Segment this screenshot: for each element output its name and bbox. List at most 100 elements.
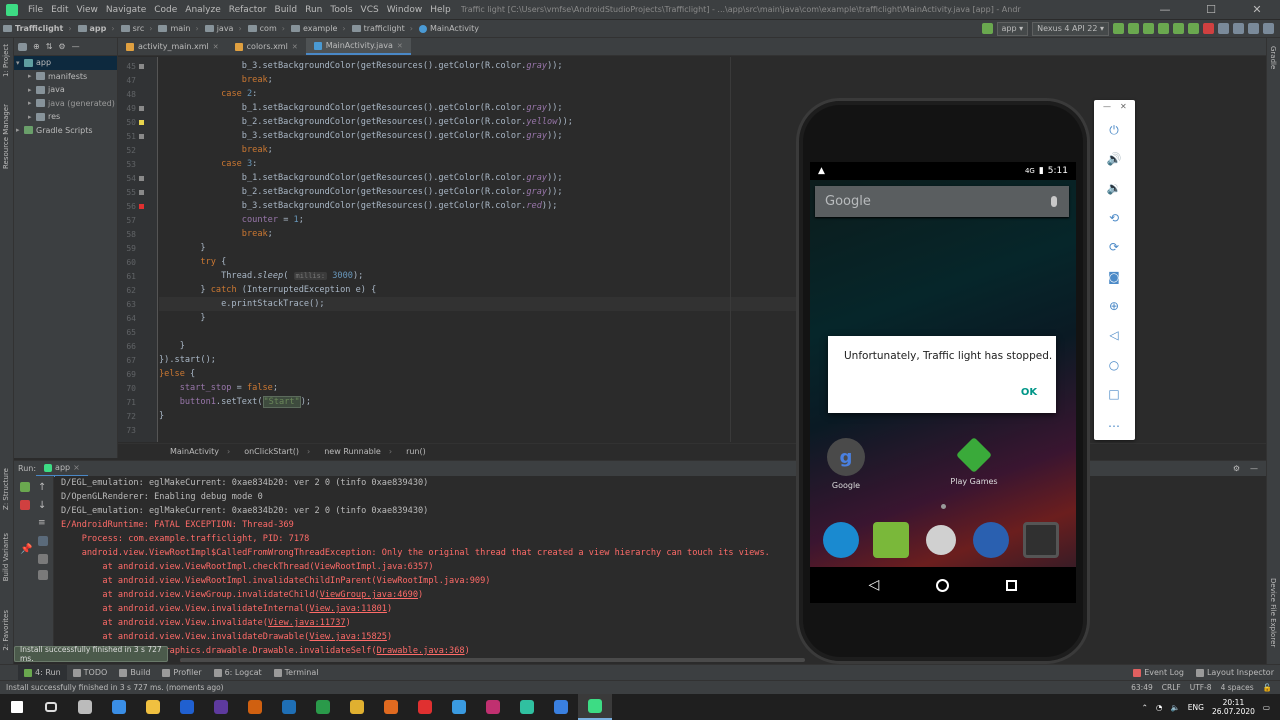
code-line[interactable]: b_1.setBackgroundColor(getResources().ge… — [159, 171, 563, 185]
target-icon[interactable]: ⊕ — [33, 42, 40, 51]
media-player-taskbar-button[interactable] — [170, 694, 204, 720]
resource-manager-tab[interactable]: Resource Manager — [2, 104, 10, 169]
volume-icon[interactable]: 🔈 — [1170, 703, 1179, 712]
breadcrumb-method[interactable]: onClickStart() — [237, 447, 317, 456]
gear-icon[interactable]: ⚙ — [58, 42, 65, 51]
intellij-taskbar-button[interactable] — [476, 694, 510, 720]
console-horizontal-scrollbar[interactable] — [180, 658, 805, 662]
emu-minimize-button[interactable]: — — [1103, 102, 1111, 111]
app-drawer-icon[interactable] — [926, 525, 956, 555]
line-separator[interactable]: CRLF — [1162, 683, 1181, 692]
chevron-right-icon[interactable]: ▸ — [28, 113, 36, 121]
code-line[interactable]: } — [159, 241, 205, 255]
bottom-tab[interactable]: 6: Logcat — [208, 665, 268, 681]
bottom-tab[interactable]: Profiler — [156, 665, 207, 681]
editor-tab[interactable]: MainActivity.java ✕ — [305, 38, 411, 55]
phone-app-icon[interactable] — [823, 522, 859, 558]
close-tab-icon[interactable]: × — [73, 463, 80, 472]
file-encoding[interactable]: UTF-8 — [1190, 683, 1212, 692]
apply-changes-icon[interactable] — [1128, 23, 1139, 34]
source-link[interactable]: Drawable.java:368 — [377, 646, 465, 656]
camera-icon[interactable] — [1023, 522, 1059, 558]
bottom-right-tab[interactable]: Event Log — [1127, 665, 1190, 681]
tree-item[interactable]: ▸ java (generated) — [14, 97, 117, 111]
menu-analyze[interactable]: Analyze — [181, 5, 224, 15]
rerun-icon[interactable] — [1113, 23, 1124, 34]
telegram-taskbar-button[interactable] — [442, 694, 476, 720]
code-line[interactable]: Thread.sleep( millis: 3000); — [159, 269, 363, 283]
code-line[interactable]: } catch (InterruptedException e) { — [159, 283, 376, 297]
menu-window[interactable]: Window — [383, 5, 427, 15]
color-swatch-icon[interactable] — [139, 176, 144, 181]
crumb-example[interactable]: example › — [288, 24, 349, 33]
code-line[interactable]: case 2: — [159, 87, 257, 101]
home-icon[interactable] — [936, 578, 950, 592]
hide-panel-icon[interactable]: — — [72, 42, 80, 51]
photoshop-taskbar-button[interactable] — [272, 694, 306, 720]
mic-icon[interactable] — [1051, 196, 1057, 207]
overview-icon[interactable]: □ — [1107, 387, 1121, 401]
code-line[interactable]: b_2.setBackgroundColor(getResources().ge… — [159, 185, 563, 199]
chevron-right-icon[interactable]: ▸ — [28, 72, 36, 80]
maximize-button[interactable]: ☐ — [1188, 3, 1234, 16]
code-line[interactable]: b_3.setBackgroundColor(getResources().ge… — [159, 129, 563, 143]
arrow-up-icon[interactable]: ↑ — [38, 482, 48, 493]
bottom-right-tab[interactable]: Layout Inspector — [1190, 665, 1280, 681]
code-line[interactable]: b_1.setBackgroundColor(getResources().ge… — [159, 101, 563, 115]
maps-app-taskbar-button[interactable] — [306, 694, 340, 720]
project-tool-tab[interactable]: 1: Project — [2, 44, 10, 77]
source-link[interactable]: View.java:15825 — [309, 632, 387, 642]
menu-tools[interactable]: Tools — [326, 5, 356, 15]
caret-position[interactable]: 63:49 — [1131, 683, 1153, 692]
trash-icon[interactable] — [38, 570, 48, 580]
code-line[interactable]: } — [159, 409, 164, 423]
crumb-project[interactable]: Trafficlight › — [0, 24, 75, 33]
hide-panel-icon[interactable]: — — [1250, 464, 1258, 473]
task-view-taskbar-button[interactable] — [34, 694, 68, 720]
search-icon[interactable] — [1263, 23, 1274, 34]
sync-gradle-icon[interactable] — [1218, 23, 1229, 34]
close-window-button[interactable]: ✕ — [1234, 3, 1280, 16]
chevron-right-icon[interactable]: ▸ — [28, 86, 36, 94]
chevron-right-icon[interactable]: ▸ — [16, 126, 24, 134]
crumb-com[interactable]: com › — [245, 24, 288, 33]
breadcrumb-runnable[interactable]: new Runnable — [317, 447, 399, 456]
zoom-taskbar-button[interactable] — [544, 694, 578, 720]
back-icon[interactable]: ◁ — [1107, 328, 1121, 342]
illustrator-taskbar-button[interactable] — [238, 694, 272, 720]
indent-setting[interactable]: 4 spaces — [1221, 683, 1254, 692]
bottom-tab[interactable]: 4: Run — [18, 664, 67, 681]
tree-item[interactable]: ▸ manifests — [14, 70, 117, 84]
code-line[interactable]: b_2.setBackgroundColor(getResources().ge… — [159, 115, 573, 129]
volume-up-icon[interactable]: 🔊 — [1107, 152, 1122, 166]
google-search-bar[interactable]: Google — [815, 186, 1069, 217]
source-link[interactable]: View.java:11737 — [268, 618, 346, 628]
chevron-up-icon[interactable]: ⌃ — [1142, 703, 1148, 712]
avd-manager-icon[interactable] — [1233, 23, 1244, 34]
close-tab-icon[interactable]: ✕ — [397, 42, 403, 50]
sdk-manager-icon[interactable] — [1248, 23, 1259, 34]
app-google[interactable]: g Google — [816, 438, 876, 490]
minimize-button[interactable]: — — [1142, 3, 1188, 16]
coverage-icon[interactable] — [1158, 23, 1169, 34]
rotate-right-icon[interactable]: ⟳ — [1107, 240, 1121, 254]
close-tab-icon[interactable]: ✕ — [213, 43, 219, 51]
scroll-to-end-icon[interactable] — [38, 536, 48, 546]
attach-debugger-icon[interactable] — [1188, 23, 1199, 34]
code-line[interactable]: b_3.setBackgroundColor(getResources().ge… — [159, 199, 558, 213]
collapse-icon[interactable]: ⇅ — [46, 42, 53, 51]
crash-dialog-ok-button[interactable]: OK — [1012, 384, 1046, 402]
color-swatch-icon[interactable] — [139, 190, 144, 195]
gradle-tab[interactable]: Gradle — [1269, 46, 1277, 69]
crumb-trafficlight[interactable]: trafficlight › — [349, 24, 416, 33]
home-icon[interactable]: ○ — [1107, 358, 1121, 372]
code-line[interactable]: counter = 1; — [159, 213, 304, 227]
bottom-tab[interactable]: TODO — [67, 665, 114, 681]
arrow-down-icon[interactable]: ↓ — [38, 500, 48, 511]
after-effects-taskbar-button[interactable] — [204, 694, 238, 720]
rerun-icon[interactable] — [20, 482, 30, 492]
menu-edit[interactable]: Edit — [47, 5, 72, 15]
crumb-src[interactable]: src › — [118, 24, 156, 33]
android-studio-taskbar-button[interactable] — [578, 694, 612, 720]
code-editor[interactable]: b_3.setBackgroundColor(getResources().ge… — [159, 57, 799, 442]
